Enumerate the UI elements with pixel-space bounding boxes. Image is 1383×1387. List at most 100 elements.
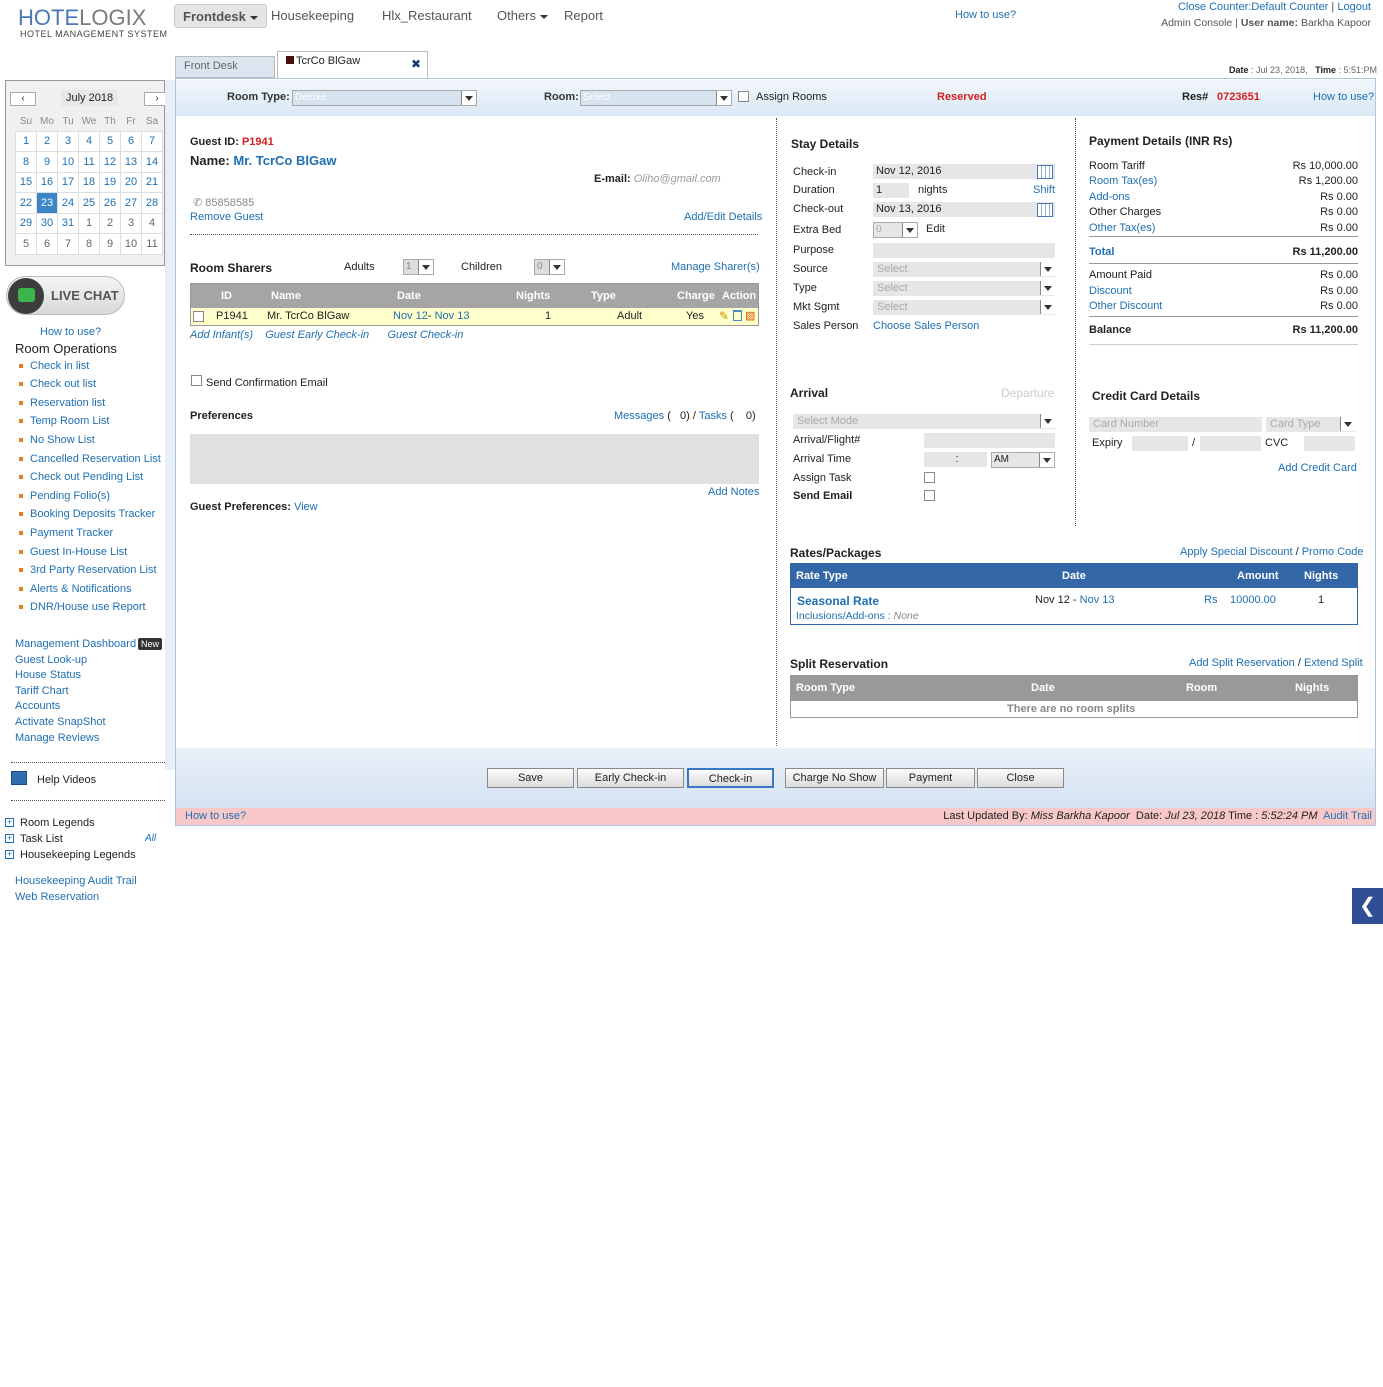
nav-others[interactable]: Others (497, 4, 549, 28)
sidebar-link[interactable]: Management Dashboard (15, 638, 136, 650)
sidebar-how-to-use[interactable]: How to use? (40, 326, 101, 338)
eraser-icon[interactable]: ▧ (745, 309, 755, 322)
room-op-link[interactable]: 3rd Party Reservation List (19, 564, 157, 576)
calendar-day[interactable]: 13 (120, 151, 142, 173)
calendar-day[interactable]: 17 (57, 171, 79, 193)
extra-bed-edit[interactable]: Edit (926, 223, 945, 235)
nav-report[interactable]: Report (564, 4, 603, 28)
guest-name[interactable]: Mr. TcrCo BlGaw (233, 153, 336, 168)
room-op-link[interactable]: Reservation list (19, 397, 105, 409)
calendar-day[interactable]: 16 (36, 171, 58, 193)
toolbar-how-to-use[interactable]: How to use? (1313, 91, 1374, 103)
room-select[interactable]: Select (580, 90, 732, 106)
checkout-date-input[interactable]: Nov 13, 2016 (873, 202, 1055, 217)
logout-link[interactable]: Logout (1337, 1, 1371, 13)
calendar-day[interactable]: 7 (141, 130, 163, 152)
early-checkin-button[interactable]: Early Check-in (577, 768, 684, 788)
card-type-select[interactable]: Card Type (1266, 417, 1355, 432)
nav-restaurant[interactable]: Hlx_Restaurant (382, 4, 472, 28)
promo-code-link[interactable]: Promo Code (1302, 546, 1364, 558)
collapse-panel-button[interactable]: ❮ (1349, 888, 1383, 924)
payment-row-label[interactable]: Discount (1089, 285, 1132, 297)
room-op-link[interactable]: Pending Folio(s) (19, 490, 110, 502)
room-op-link[interactable]: Temp Room List (19, 415, 109, 427)
sidebar-splitter[interactable] (165, 80, 175, 770)
room-op-link[interactable]: Alerts & Notifications (19, 583, 131, 595)
calendar-day[interactable]: 29 (15, 212, 37, 234)
live-chat-button[interactable]: LIVE CHAT (6, 276, 125, 315)
payment-row-label[interactable]: Other Tax(es) (1089, 222, 1155, 234)
room-op-link[interactable]: Guest In-House List (19, 546, 127, 558)
preferences-textarea[interactable] (190, 434, 759, 484)
sidebar-link[interactable]: Accounts (15, 700, 60, 712)
calendar-day[interactable]: 5 (99, 130, 121, 152)
legend-toggle[interactable]: Room Legends (20, 817, 95, 829)
admin-console-link[interactable]: Admin Console (1161, 17, 1232, 29)
calendar-day[interactable]: 12 (99, 151, 121, 173)
manage-sharers-link[interactable]: Manage Sharer(s) (671, 261, 760, 273)
calendar-day[interactable]: 10 (120, 233, 142, 255)
send-email-checkbox[interactable] (924, 490, 935, 501)
sidebar-link[interactable]: Guest Look-up (15, 654, 87, 666)
duration-input[interactable]: 1 (873, 183, 909, 198)
expand-plus-icon[interactable]: + (5, 818, 14, 827)
room-type-select[interactable]: Deluxe (292, 90, 477, 106)
room-op-link[interactable]: Check out Pending List (19, 471, 143, 483)
stay-select[interactable]: Select (873, 262, 1055, 277)
housekeeping-audit-link[interactable]: Housekeeping Audit Trail (15, 875, 137, 887)
guest-checkin-link[interactable]: Guest Check-in (388, 329, 464, 341)
calendar-day[interactable]: 2 (36, 130, 58, 152)
nav-frontdesk[interactable]: Frontdesk (174, 4, 267, 28)
edit-pencil-icon[interactable]: ✎ (719, 309, 729, 323)
room-op-link[interactable]: Booking Deposits Tracker (19, 508, 155, 520)
calendar-day[interactable]: 18 (78, 171, 100, 193)
add-notes-link[interactable]: Add Notes (708, 486, 759, 498)
extra-bed-select[interactable]: 0 (873, 222, 918, 238)
arrival-mode-select[interactable]: Select Mode (793, 414, 1055, 429)
calendar-day[interactable]: 8 (15, 151, 37, 173)
add-edit-details-link[interactable]: Add/Edit Details (684, 211, 762, 223)
calendar-day[interactable]: 21 (141, 171, 163, 193)
calendar-day[interactable]: 25 (78, 192, 100, 214)
calendar-icon[interactable] (1037, 165, 1053, 179)
calendar-day[interactable]: 31 (57, 212, 79, 234)
purpose-input[interactable] (873, 243, 1055, 258)
checkin-button[interactable]: Check-in (687, 768, 774, 788)
extend-split-link[interactable]: Extend Split (1304, 657, 1363, 669)
calendar-day[interactable]: 4 (141, 212, 163, 234)
total-label[interactable]: Total (1089, 246, 1114, 258)
calendar-day[interactable]: 4 (78, 130, 100, 152)
assign-rooms-checkbox[interactable] (738, 91, 749, 102)
expiry-year-input[interactable] (1200, 436, 1261, 451)
calendar-day[interactable]: 1 (15, 130, 37, 152)
calendar-day[interactable]: 28 (141, 192, 163, 214)
calendar-day[interactable]: 3 (57, 130, 79, 152)
calendar-day[interactable]: 3 (120, 212, 142, 234)
calendar-day[interactable]: 1 (78, 212, 100, 234)
calendar-day[interactable]: 6 (120, 130, 142, 152)
calendar-day[interactable]: 19 (99, 171, 121, 193)
audit-trail-link[interactable]: Audit Trail (1323, 810, 1372, 822)
sidebar-link[interactable]: Tariff Chart (15, 685, 69, 697)
seasonal-rate-link[interactable]: Seasonal Rate (797, 594, 879, 608)
sidebar-link[interactable]: House Status (15, 669, 81, 681)
web-reservation-link[interactable]: Web Reservation (15, 891, 99, 903)
payment-button[interactable]: Payment (886, 768, 975, 788)
calendar-day[interactable]: 27 (120, 192, 142, 214)
sharer-date-to[interactable]: Nov 13 (435, 310, 470, 322)
calendar-day[interactable]: 5 (15, 233, 37, 255)
sharer-date-from[interactable]: Nov 12 (393, 310, 428, 322)
sidebar-link[interactable]: Activate SnapShot (15, 716, 106, 728)
calendar-day[interactable]: 23 (36, 192, 58, 214)
expand-plus-icon[interactable]: + (5, 850, 14, 859)
sharer-row-checkbox[interactable] (193, 311, 204, 322)
nav-housekeeping[interactable]: Housekeeping (271, 4, 354, 28)
checkin-date-input[interactable]: Nov 12, 2016 (873, 164, 1055, 179)
calendar-day[interactable]: 20 (120, 171, 142, 193)
expiry-month-input[interactable] (1132, 436, 1188, 451)
charge-no-show-button[interactable]: Charge No Show (785, 768, 884, 788)
arrival-ampm-select[interactable]: AM (991, 452, 1055, 468)
legend-toggle[interactable]: Task List (20, 833, 63, 845)
payment-row-label[interactable]: Room Tax(es) (1089, 175, 1157, 187)
close-tab-icon[interactable]: ✖ (411, 57, 421, 71)
